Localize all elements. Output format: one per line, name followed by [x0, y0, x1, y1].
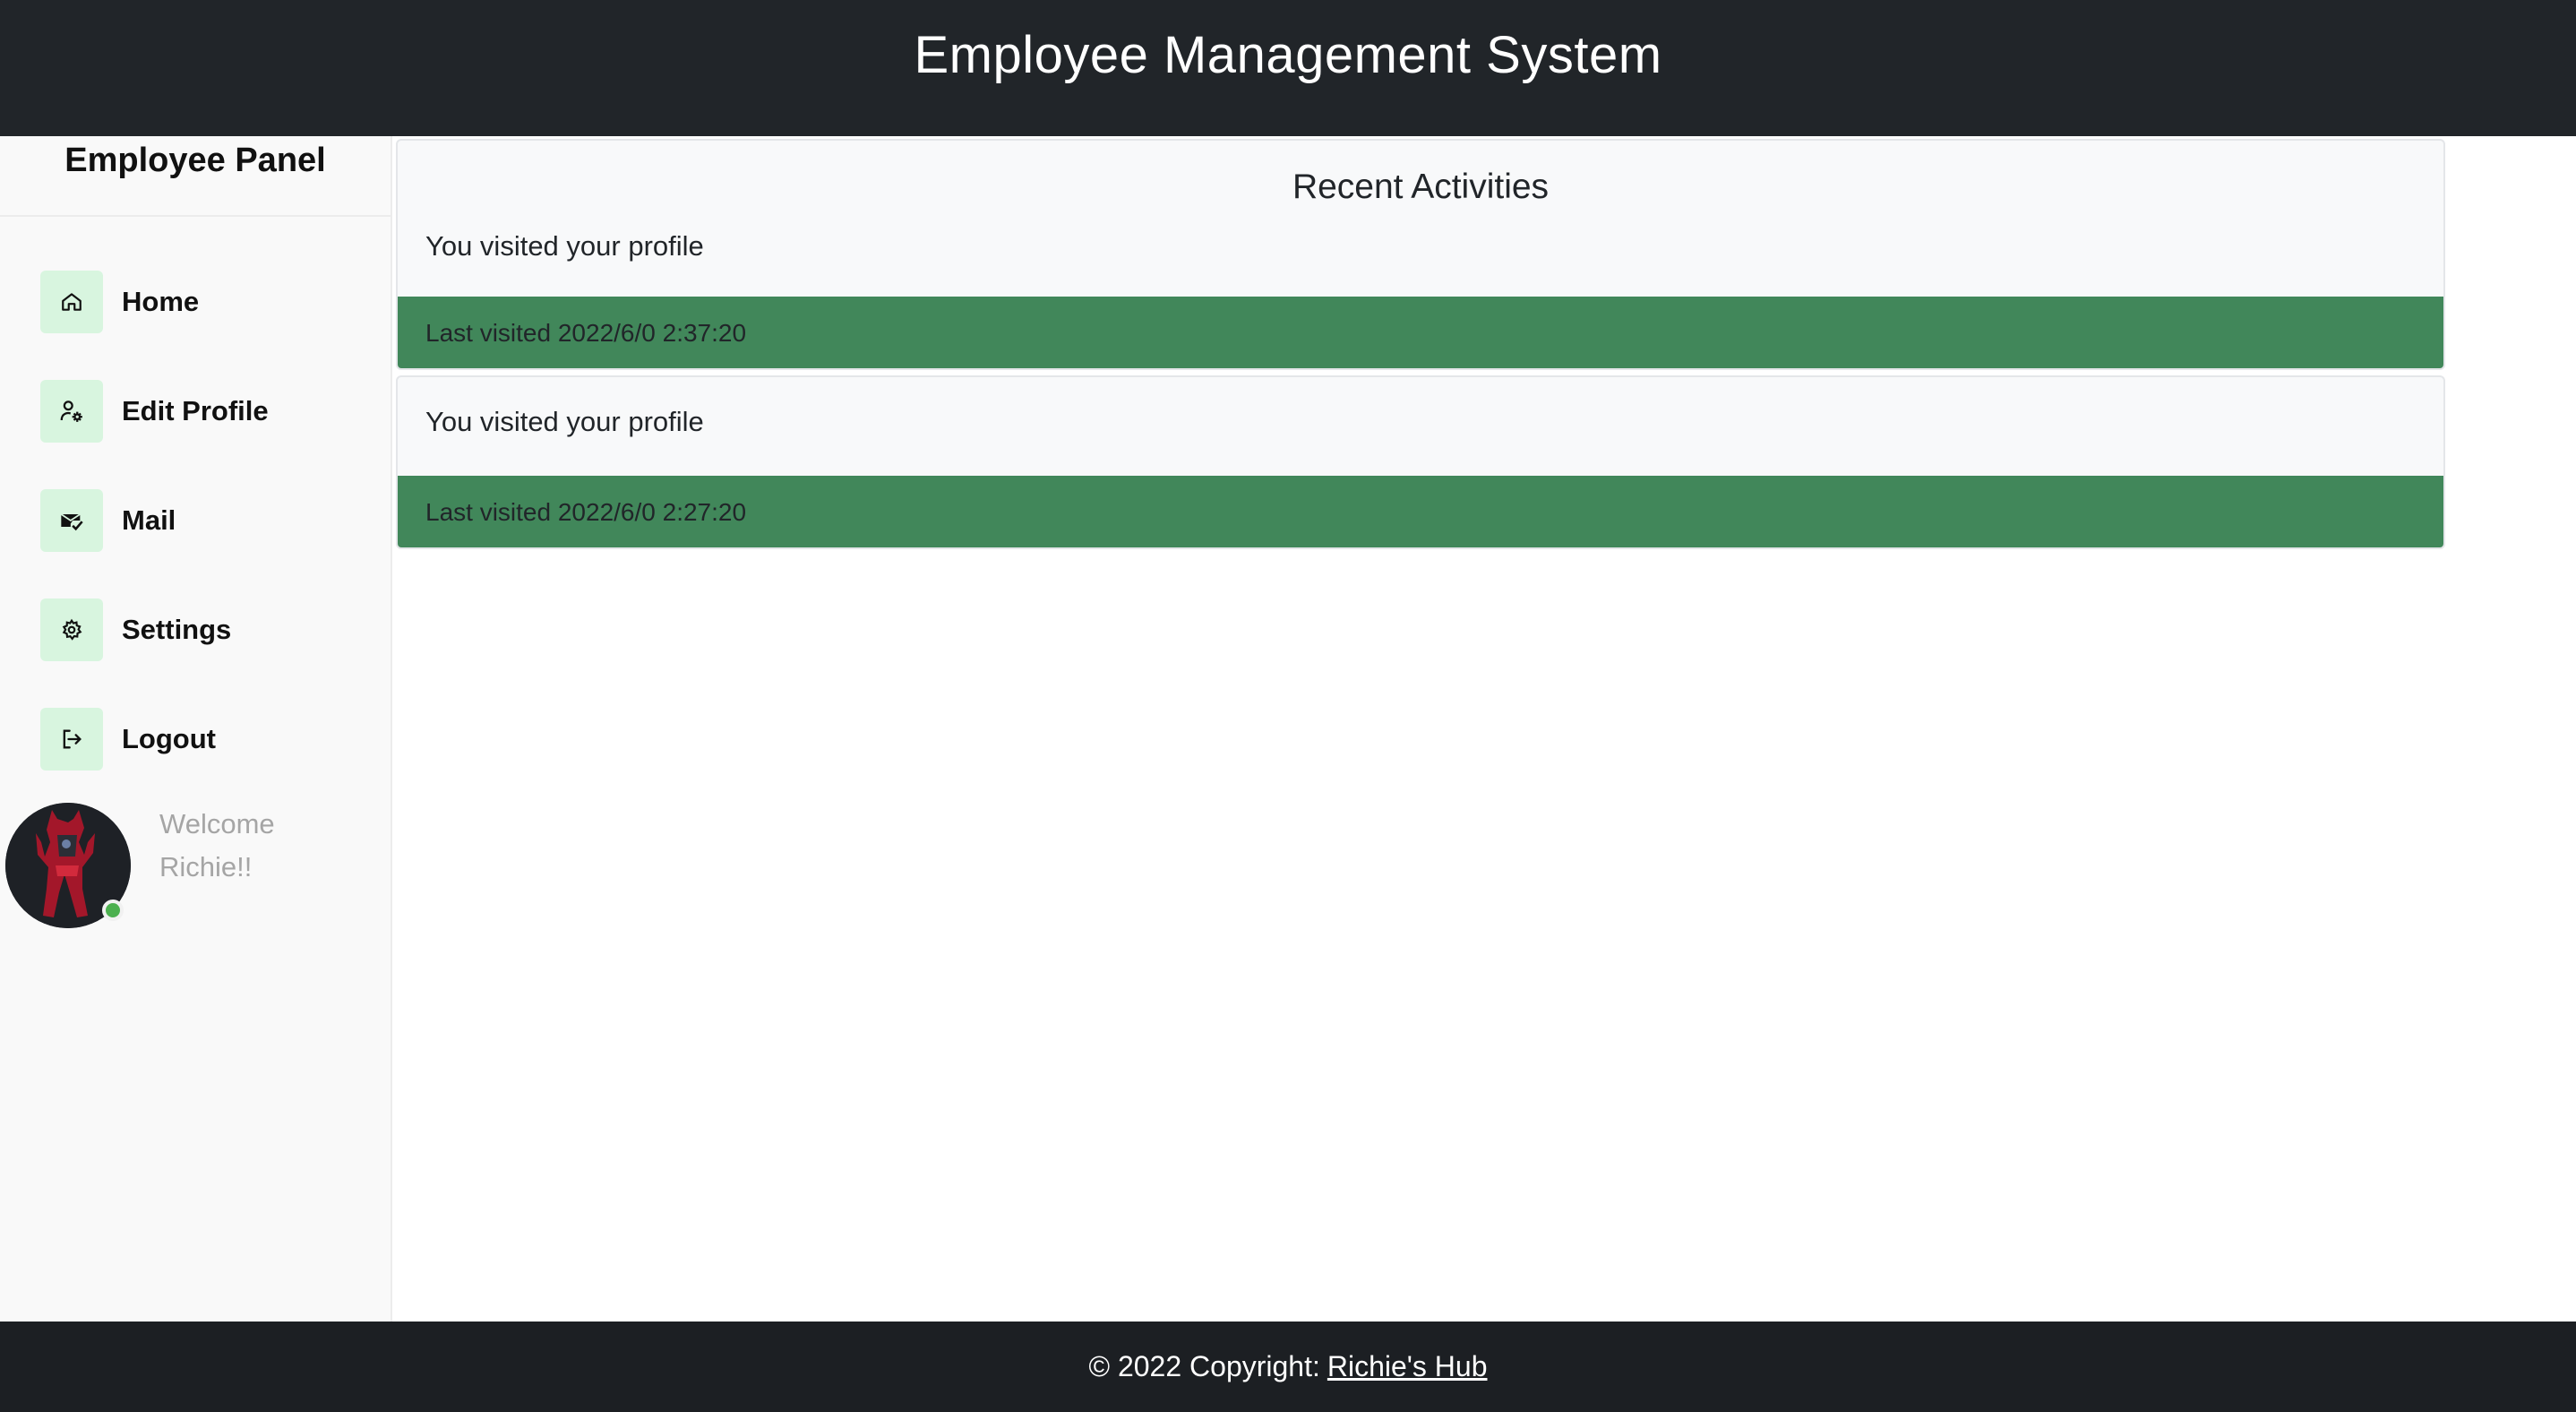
online-status-indicator — [102, 900, 124, 921]
main-content: Recent Activities You visited your profi… — [396, 139, 2445, 549]
activity-text: You visited your profile — [425, 406, 704, 437]
welcome-message: Welcome Richie!! — [159, 803, 339, 889]
sidebar-item-label: Logout — [122, 723, 217, 754]
gear-icon — [40, 598, 103, 661]
user-gear-icon — [40, 380, 103, 443]
app-header: Employee Management System — [0, 0, 2576, 136]
sidebar-item-label: Mail — [122, 504, 176, 536]
sidebar-title: Employee Panel — [0, 136, 391, 217]
activity-card: Recent Activities You visited your profi… — [396, 139, 2445, 370]
sidebar: Employee Panel Home Edit Profile Mail Se… — [0, 136, 392, 1322]
mail-check-icon — [40, 489, 103, 552]
sidebar-item-settings[interactable]: Settings — [40, 598, 231, 661]
activity-card: You visited your profile Last visited 20… — [396, 375, 2445, 549]
activity-text: You visited your profile — [425, 230, 704, 262]
footer-link[interactable]: Richie's Hub — [1327, 1350, 1488, 1383]
activity-timestamp: Last visited 2022/6/0 2:27:20 — [398, 476, 2443, 547]
home-icon — [40, 271, 103, 333]
copyright-text: © 2022 Copyright: — [1088, 1350, 1320, 1382]
activity-timestamp: Last visited 2022/6/0 2:37:20 — [398, 297, 2443, 368]
logout-icon — [40, 708, 103, 771]
section-title: Recent Activities — [1292, 168, 1550, 206]
sidebar-item-label: Edit Profile — [122, 395, 269, 426]
sidebar-item-home[interactable]: Home — [40, 271, 199, 333]
sidebar-item-logout[interactable]: Logout — [40, 708, 216, 771]
app-title: Employee Management System — [914, 26, 1662, 84]
welcome-username: Richie!! — [159, 851, 253, 882]
sidebar-item-edit-profile[interactable]: Edit Profile — [40, 380, 269, 443]
welcome-line: Welcome — [159, 808, 275, 839]
sidebar-item-mail[interactable]: Mail — [40, 489, 176, 552]
sidebar-item-label: Home — [122, 286, 200, 317]
user-profile: Welcome Richie!! — [5, 803, 382, 932]
sidebar-item-label: Settings — [122, 614, 232, 645]
page-footer: © 2022 Copyright: Richie's Hub — [0, 1322, 2576, 1412]
